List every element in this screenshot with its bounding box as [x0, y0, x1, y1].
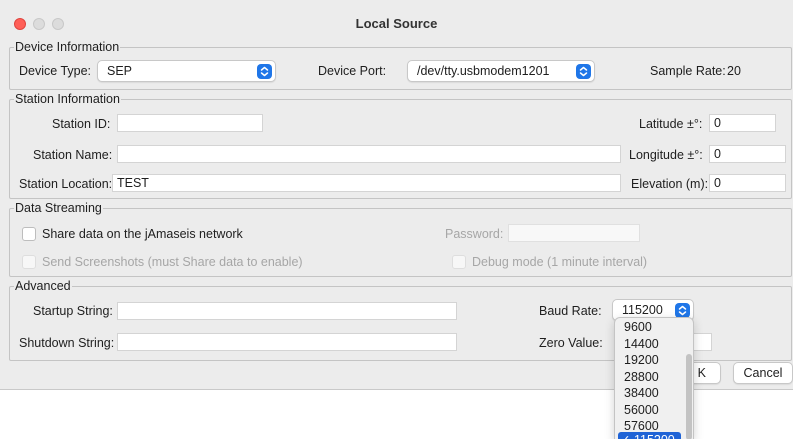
window-title: Local Source [355, 16, 438, 31]
cancel-button[interactable]: Cancel [733, 362, 793, 384]
latitude-label: Latitude ±°: [639, 117, 703, 131]
zero-value-label: Zero Value: [539, 336, 603, 350]
station-id-label: Station ID: [52, 117, 111, 131]
password-label: Password: [445, 227, 504, 241]
baud-rate-label: Baud Rate: [539, 304, 602, 318]
station-location-input[interactable] [112, 174, 621, 192]
startup-string-label: Startup String: [33, 304, 113, 318]
baud-option[interactable]: 19200 [618, 352, 681, 368]
baud-option-selected-label: 115200 [634, 433, 675, 439]
baud-option-selected[interactable]: ✓ 115200 [618, 432, 681, 439]
baud-option[interactable]: 14400 [618, 336, 681, 352]
baud-rate-value: 115200 [622, 303, 663, 317]
device-port-value: /dev/tty.usbmodem1201 [417, 64, 550, 78]
elevation-label: Elevation (m): [631, 177, 709, 191]
device-type-select[interactable]: SEP [97, 60, 276, 82]
password-input[interactable] [508, 224, 640, 242]
baud-option[interactable]: 28800 [618, 369, 681, 385]
baud-option[interactable]: 38400 [618, 385, 681, 401]
sample-rate-label: Sample Rate: [650, 64, 726, 78]
title-bar[interactable]: Local Source [0, 0, 793, 40]
device-port-select[interactable]: /dev/tty.usbmodem1201 [407, 60, 595, 82]
checkmark-icon: ✓ [620, 433, 630, 439]
share-data-checkbox[interactable] [22, 227, 36, 241]
station-name-label: Station Name: [33, 148, 113, 162]
elevation-input[interactable] [709, 174, 786, 192]
startup-string-input[interactable] [117, 302, 457, 320]
sample-rate-value: 20 [727, 64, 741, 78]
device-type-value: SEP [107, 64, 133, 78]
device-type-label: Device Type: [19, 64, 92, 78]
shutdown-string-label: Shutdown String: [19, 336, 115, 350]
longitude-input[interactable] [709, 145, 786, 163]
advanced-legend: Advanced [15, 279, 71, 293]
send-screenshots-label: Send Screenshots (must Share data to ena… [42, 255, 303, 269]
debug-mode-checkbox[interactable] [452, 255, 466, 269]
dropdown-scrollbar[interactable] [686, 354, 692, 439]
station-information-legend: Station Information [15, 92, 120, 106]
station-name-input[interactable] [117, 145, 621, 163]
shutdown-string-input[interactable] [117, 333, 457, 351]
device-port-label: Device Port: [318, 64, 387, 78]
latitude-input[interactable] [709, 114, 776, 132]
device-information-legend: Device Information [15, 40, 120, 54]
station-location-label: Station Location: [19, 177, 113, 191]
station-id-input[interactable] [117, 114, 263, 132]
longitude-label: Longitude ±°: [629, 148, 703, 162]
debug-mode-label: Debug mode (1 minute interval) [472, 255, 648, 269]
baud-option[interactable]: 56000 [618, 402, 681, 418]
chevron-updown-icon [675, 303, 690, 318]
baud-rate-dropdown[interactable]: 9600 14400 19200 28800 38400 56000 57600… [614, 317, 694, 439]
chevron-updown-icon [576, 64, 591, 79]
data-streaming-legend: Data Streaming [15, 201, 102, 215]
baud-option[interactable]: 9600 [618, 319, 681, 335]
share-data-label: Share data on the jAmaseis network [42, 227, 243, 241]
send-screenshots-checkbox[interactable] [22, 255, 36, 269]
chevron-updown-icon [257, 64, 272, 79]
